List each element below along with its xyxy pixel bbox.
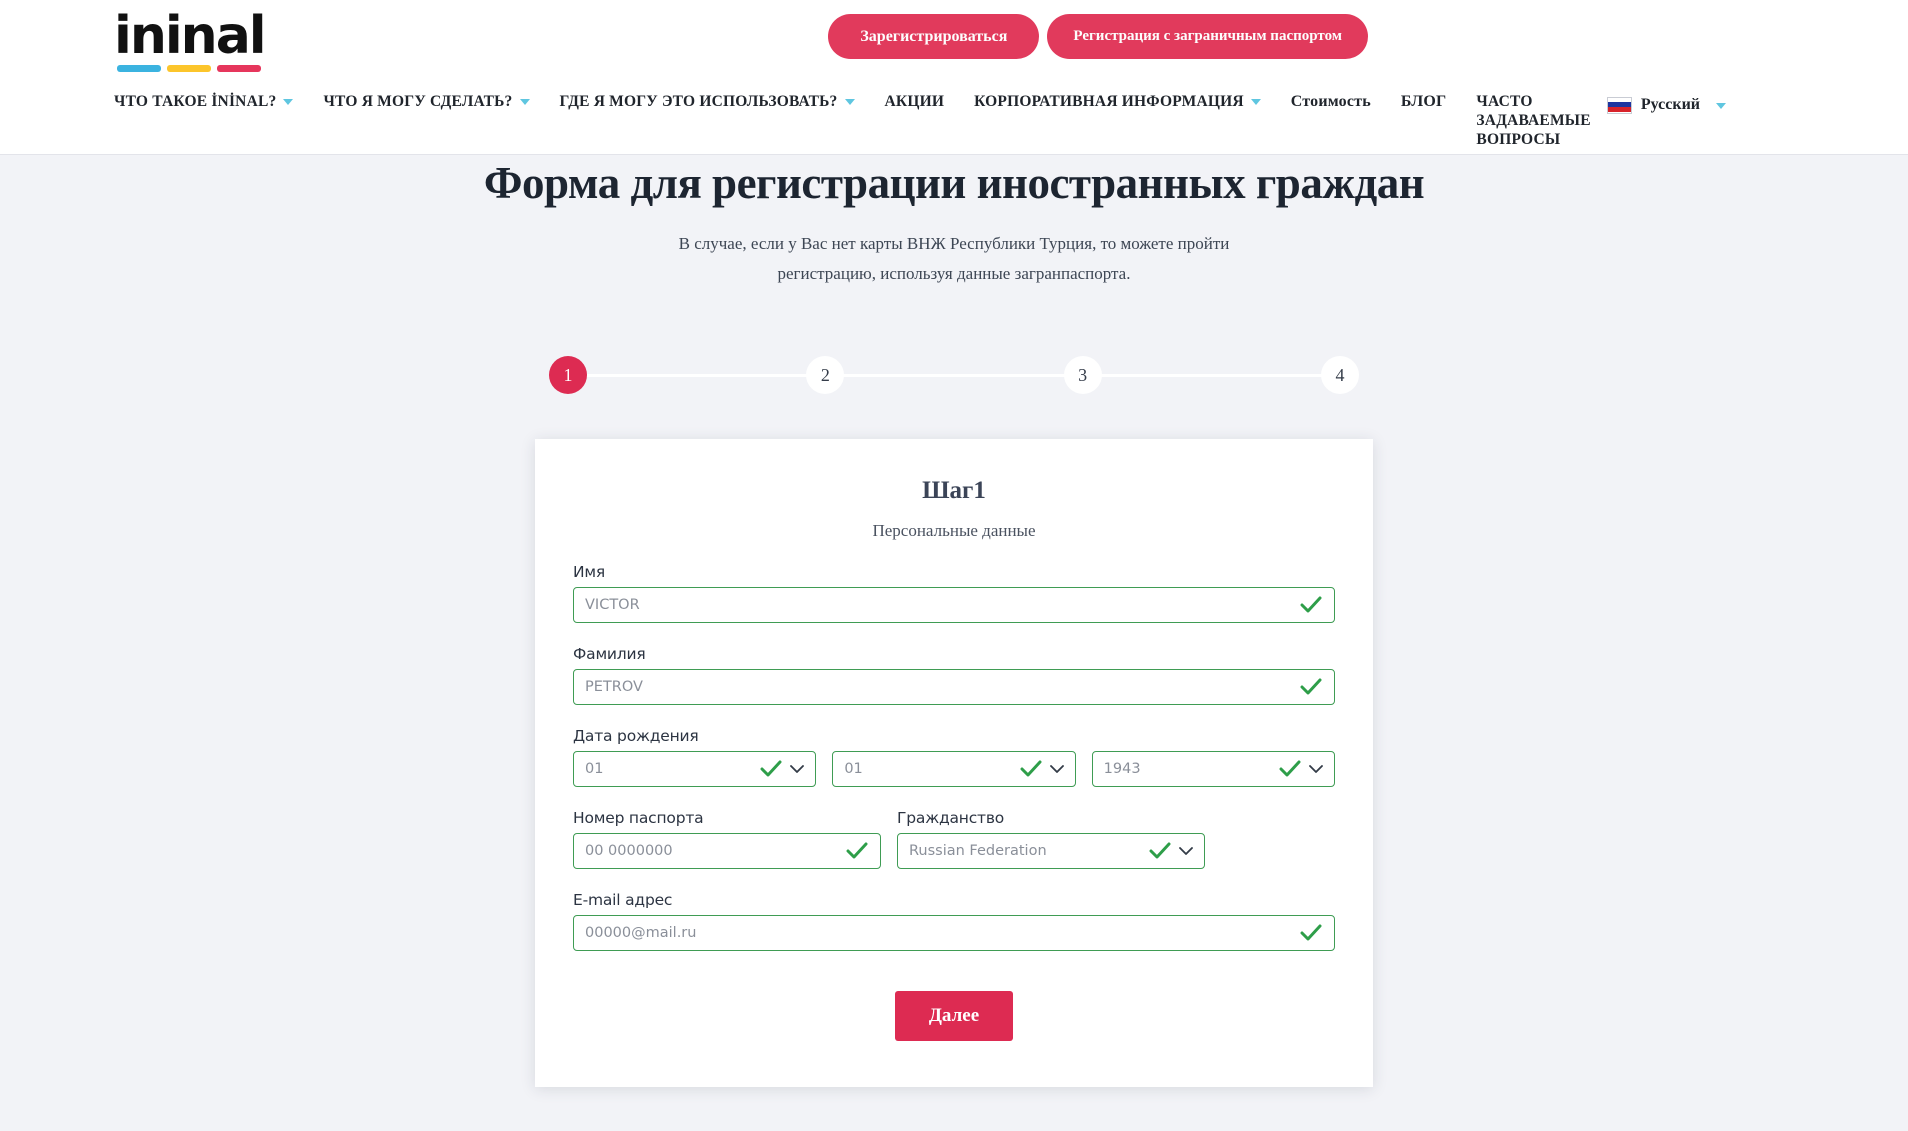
nav-item-promotions[interactable]: АКЦИИ bbox=[885, 92, 945, 111]
nav-item-what-can-i-do[interactable]: ЧТО Я МОГУ СДЕЛАТЬ? bbox=[323, 92, 530, 111]
register-button[interactable]: Зарегистрироваться bbox=[828, 14, 1040, 59]
page-title: Форма для регистрации иностранных гражда… bbox=[483, 158, 1425, 208]
step-indicator: 1 2 3 4 bbox=[549, 354, 1359, 396]
logo-wordmark: ininal bbox=[114, 6, 267, 66]
field-last-name: Фамилия bbox=[573, 645, 1335, 705]
step-1[interactable]: 1 bbox=[549, 356, 587, 394]
step-2[interactable]: 2 bbox=[806, 356, 845, 394]
citizenship-label: Гражданство bbox=[897, 809, 1005, 827]
nav-label: ГДЕ Я МОГУ ЭТО ИСПОЛЬЗОВАТЬ? bbox=[559, 93, 838, 110]
citizenship-select[interactable]: Russian Federation bbox=[897, 833, 1205, 869]
passport-citizenship-row: Номер паспорта Гражданство Russian Feder… bbox=[573, 809, 1335, 869]
field-first-name: Имя bbox=[573, 563, 1335, 623]
page-body: Форма для регистрации иностранных гражда… bbox=[0, 155, 1908, 1131]
email-label: E-mail адрес bbox=[573, 891, 673, 909]
passport-number-label: Номер паспорта bbox=[573, 809, 704, 827]
field-citizenship: Гражданство Russian Federation bbox=[897, 809, 1205, 869]
submit-container: Далее bbox=[573, 991, 1335, 1041]
birth-date-row: 01 01 1943 bbox=[573, 751, 1335, 787]
site-logo[interactable]: ininal bbox=[114, 8, 274, 72]
header-action-buttons: Зарегистрироваться Регистрация с заграни… bbox=[828, 14, 1368, 59]
nav-label: КОРПОРАТИВНАЯ ИНФОРМАЦИЯ bbox=[974, 93, 1244, 110]
email-input-wrap bbox=[573, 915, 1335, 951]
language-label: Русский bbox=[1640, 96, 1700, 113]
first-name-label: Имя bbox=[573, 563, 606, 581]
step-3[interactable]: 3 bbox=[1063, 356, 1102, 394]
chevron-down-icon bbox=[519, 99, 530, 105]
birth-year-wrap: 1943 bbox=[1091, 751, 1335, 787]
logo-color-bars bbox=[117, 65, 274, 72]
passport-number-input[interactable] bbox=[573, 833, 881, 869]
birth-year-select[interactable]: 1943 bbox=[1091, 751, 1335, 787]
field-email: E-mail адрес bbox=[573, 891, 1335, 951]
nav-item-what-is-ininal[interactable]: ЧТО ТАКОЕ İNİNAL? bbox=[114, 92, 294, 111]
passport-number-input-wrap bbox=[573, 833, 881, 869]
chevron-down-icon bbox=[1250, 99, 1261, 105]
site-header: ininal Зарегистрироваться Регистрация с … bbox=[0, 0, 1908, 155]
language-selector[interactable]: Русский bbox=[1606, 96, 1726, 114]
stepper-track bbox=[569, 374, 1339, 377]
passport-register-button[interactable]: Регистрация с заграничным паспортом bbox=[1047, 14, 1368, 59]
last-name-input[interactable] bbox=[573, 669, 1335, 705]
nav-label: Стоимость bbox=[1290, 93, 1371, 110]
nav-item-pricing[interactable]: Стоимость bbox=[1291, 92, 1371, 111]
field-passport-number: Номер паспорта bbox=[573, 809, 881, 869]
chevron-down-icon bbox=[844, 99, 855, 105]
logo-bar-blue bbox=[117, 65, 161, 72]
birth-month-select[interactable]: 01 bbox=[832, 751, 1076, 787]
last-name-input-wrap bbox=[573, 669, 1335, 705]
nav-label: ЧАСТО ЗАДАВАЕМЫЕ ВОПРОСЫ bbox=[1476, 93, 1591, 148]
nav-label: АКЦИИ bbox=[884, 93, 945, 110]
nav-item-blog[interactable]: БЛОГ bbox=[1401, 92, 1447, 111]
email-input[interactable] bbox=[573, 915, 1335, 951]
nav-item-where-to-use[interactable]: ГДЕ Я МОГУ ЭТО ИСПОЛЬЗОВАТЬ? bbox=[560, 92, 855, 111]
birth-day-select[interactable]: 01 bbox=[573, 751, 817, 787]
form-step-title: Шаг1 bbox=[922, 477, 986, 504]
birth-day-wrap: 01 bbox=[573, 751, 817, 787]
page-subtitle: В случае, если у Вас нет карты ВНЖ Респу… bbox=[678, 234, 1230, 283]
main-navigation: ЧТО ТАКОЕ İNİNAL? ЧТО Я МОГУ СДЕЛАТЬ? ГД… bbox=[114, 92, 1656, 149]
nav-item-faq[interactable]: ЧАСТО ЗАДАВАЕМЫЕ ВОПРОСЫ bbox=[1476, 92, 1626, 149]
chevron-down-icon bbox=[1716, 103, 1726, 109]
first-name-input-wrap bbox=[573, 587, 1335, 623]
logo-bar-pink bbox=[217, 65, 261, 72]
chevron-down-icon bbox=[283, 99, 294, 105]
birth-month-wrap: 01 bbox=[832, 751, 1076, 787]
first-name-input[interactable] bbox=[573, 587, 1335, 623]
form-step-subtitle: Персональные данные bbox=[872, 521, 1036, 540]
next-step-button[interactable]: Далее bbox=[894, 991, 1014, 1041]
field-birth-date: Дата рождения 01 01 1943 bbox=[573, 727, 1335, 787]
logo-bar-yellow bbox=[167, 65, 211, 72]
registration-form-card: Шаг1 Персональные данные Имя Фамилия bbox=[535, 439, 1373, 1087]
citizenship-select-wrap: Russian Federation bbox=[897, 833, 1205, 869]
step-4[interactable]: 4 bbox=[1320, 356, 1359, 394]
nav-label: БЛОГ bbox=[1400, 93, 1447, 110]
birth-date-label: Дата рождения bbox=[573, 727, 699, 745]
nav-label: ЧТО Я МОГУ СДЕЛАТЬ? bbox=[323, 93, 513, 110]
russia-flag-icon bbox=[1606, 96, 1632, 114]
last-name-label: Фамилия bbox=[573, 645, 646, 663]
nav-item-corporate-info[interactable]: КОРПОРАТИВНАЯ ИНФОРМАЦИЯ bbox=[974, 92, 1261, 111]
nav-label: ЧТО ТАКОЕ İNİNAL? bbox=[114, 93, 277, 110]
